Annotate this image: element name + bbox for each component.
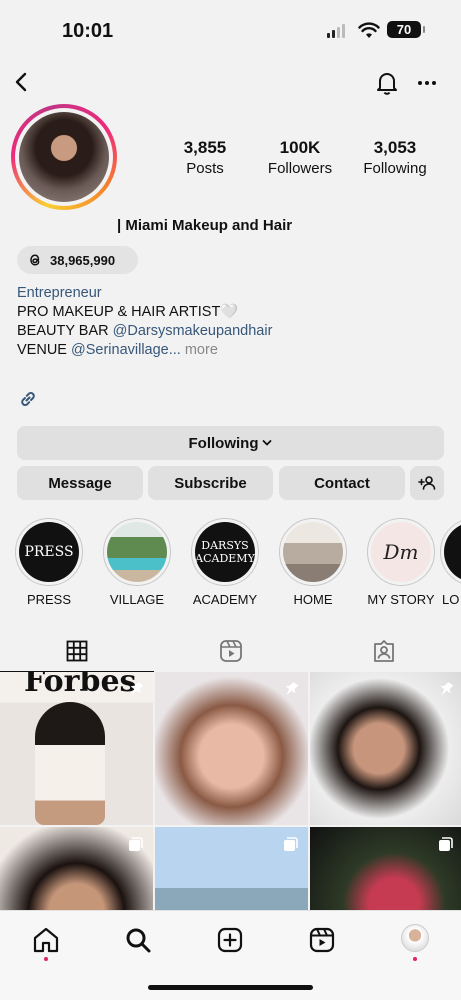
- story-highlights: PRESS PRESS VILLAGE DARSYS ACADEMY ACADE…: [0, 518, 461, 614]
- stat-following-count: 3,053: [373, 138, 417, 157]
- threads-icon: [30, 254, 40, 266]
- highlight-village-label: VILLAGE: [109, 592, 165, 607]
- add-user-icon: [418, 476, 436, 490]
- threads-badge[interactable]: 38,965,990: [17, 246, 138, 274]
- highlight-my-story-label: MY STORY: [367, 592, 435, 607]
- carousel-icon: [439, 837, 453, 851]
- avatar-border: [15, 108, 113, 206]
- threads-count: 38,965,990: [50, 252, 116, 268]
- carousel-icon: [284, 837, 298, 851]
- grid-icon: [66, 640, 88, 661]
- tab-reels[interactable]: [154, 630, 308, 672]
- reels-icon[interactable]: [307, 925, 337, 955]
- pin-icon: [285, 682, 299, 696]
- bio-line-2-text: BEAUTY BAR: [17, 323, 113, 339]
- highlight-home-label: HOME: [293, 592, 333, 607]
- wifi-icon: [358, 22, 380, 38]
- highlight-my-story-cover: Dm: [371, 522, 431, 582]
- bio-more-link[interactable]: more: [181, 342, 218, 358]
- status-bar: 10:01 70: [0, 0, 461, 60]
- profile-name: | Miami Makeup and Hair: [117, 217, 293, 234]
- post-thumbnail[interactable]: [155, 672, 308, 825]
- battery-indicator: 70: [387, 21, 425, 38]
- following-button[interactable]: Following: [17, 426, 444, 460]
- link-icon[interactable]: [17, 388, 39, 410]
- stat-following[interactable]: 3,053 Following: [360, 138, 430, 177]
- cellular-signal-icon: [327, 24, 345, 38]
- highlight-academy-label: ACADEMY: [192, 592, 258, 607]
- stat-posts[interactable]: 3,855 Posts: [170, 138, 240, 177]
- tagged-icon: [374, 640, 394, 662]
- highlight-home-ring: [279, 518, 347, 586]
- pin-icon: [130, 682, 144, 696]
- pin-icon: [440, 682, 454, 696]
- highlight-academy[interactable]: DARSYS ACADEMY ACADEMY: [185, 518, 265, 607]
- profile-stats: 3,855 Posts 100K Followers 3,053 Followi…: [170, 138, 430, 177]
- highlight-home-cover: [283, 522, 343, 582]
- profile-avatar-icon[interactable]: [401, 924, 429, 952]
- carousel-icon: [129, 837, 143, 851]
- profile-category: Entrepreneur: [17, 285, 102, 301]
- top-nav: [0, 62, 461, 102]
- search-icon[interactable]: [123, 925, 153, 955]
- bio-line-1: PRO MAKEUP & HAIR ARTIST🤍: [17, 304, 239, 320]
- bio-line-3-text: VENUE: [17, 342, 71, 358]
- highlight-academy-ring: DARSYS ACADEMY: [191, 518, 259, 586]
- stat-posts-count: 3,855: [183, 138, 227, 157]
- stat-followers-count: 100K: [279, 138, 321, 157]
- stat-posts-label: Posts: [186, 160, 224, 177]
- home-indicator: [148, 985, 313, 990]
- highlight-press-label: PRESS: [26, 592, 72, 607]
- chevron-down-icon: [263, 440, 272, 446]
- status-time: 10:01: [62, 20, 114, 42]
- tab-posts-grid[interactable]: [0, 630, 154, 672]
- chevron-left-icon[interactable]: [8, 66, 38, 98]
- post-thumbnail[interactable]: Forbes: [0, 672, 153, 825]
- profile-tabs: [0, 630, 461, 672]
- post-thumbnail[interactable]: [310, 672, 461, 825]
- home-icon[interactable]: [31, 925, 61, 955]
- following-button-label: Following: [188, 434, 259, 452]
- bio-line-2: BEAUTY BAR @Darsysmakeupandhair: [17, 322, 437, 341]
- highlight-partial-cover: [444, 522, 461, 582]
- bio-line-3: VENUE @Serinavillage... more: [17, 341, 437, 360]
- highlight-press-ring: PRESS: [15, 518, 83, 586]
- profile-bio: Entrepreneur PRO MAKEUP & HAIR ARTIST🤍 B…: [17, 284, 437, 360]
- highlight-partial-ring: [440, 518, 461, 586]
- bio-mention-serina[interactable]: @Serinavillage...: [71, 342, 181, 358]
- highlight-press-cover: PRESS: [19, 522, 79, 582]
- contact-button[interactable]: Contact: [279, 466, 405, 500]
- reels-icon: [220, 640, 242, 662]
- profile-avatar[interactable]: [11, 104, 117, 210]
- highlight-partial[interactable]: LO: [440, 518, 461, 607]
- tab-tagged[interactable]: [307, 630, 461, 672]
- highlight-village-ring: [103, 518, 171, 586]
- highlight-my-story[interactable]: Dm MY STORY: [361, 518, 441, 607]
- bell-icon[interactable]: [372, 66, 402, 98]
- stat-followers-label: Followers: [267, 160, 333, 177]
- highlight-my-story-ring: Dm: [367, 518, 435, 586]
- add-user-button[interactable]: [410, 466, 444, 500]
- message-button[interactable]: Message: [17, 466, 143, 500]
- highlight-village[interactable]: VILLAGE: [97, 518, 177, 607]
- post-forbes-text: Forbes: [24, 672, 137, 699]
- plus-square-icon[interactable]: [215, 925, 245, 955]
- highlight-press[interactable]: PRESS PRESS: [9, 518, 89, 607]
- highlight-home[interactable]: HOME: [273, 518, 353, 607]
- avatar-image: [19, 112, 109, 202]
- post-figure: [35, 702, 105, 825]
- bio-mention-darsys[interactable]: @Darsysmakeupandhair: [113, 323, 273, 339]
- stat-following-label: Following: [363, 160, 427, 177]
- home-notification-dot: [44, 957, 48, 961]
- subscribe-button[interactable]: Subscribe: [148, 466, 273, 500]
- highlight-village-cover: [107, 522, 167, 582]
- stat-followers[interactable]: 100K Followers: [265, 138, 335, 177]
- more-horizontal-icon[interactable]: [412, 66, 442, 98]
- highlight-partial-label: LO: [442, 592, 460, 607]
- profile-notification-dot: [413, 957, 417, 961]
- highlight-academy-cover: DARSYS ACADEMY: [195, 522, 255, 582]
